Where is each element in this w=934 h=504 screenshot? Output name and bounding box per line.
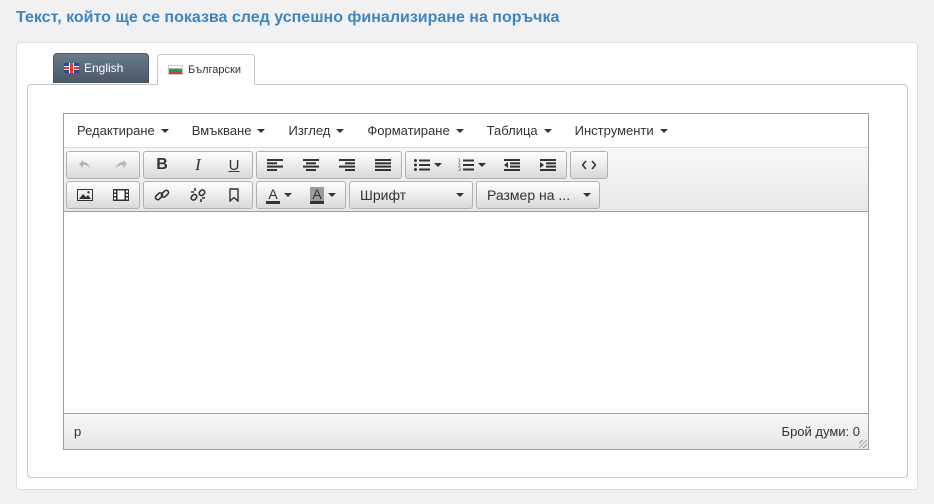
align-center-icon: [303, 159, 319, 171]
align-left-button[interactable]: [257, 152, 293, 178]
align-right-button[interactable]: [329, 152, 365, 178]
bullet-list-button[interactable]: [406, 152, 450, 178]
caret-down-icon: [336, 128, 345, 133]
editor-toolbar: B I U 1 2 3 A A Шрифт Размер на ...: [64, 148, 868, 212]
list-group: 123: [405, 151, 567, 179]
editor-statusbar: p Брой думи: 0: [64, 413, 868, 449]
source-code-button[interactable]: [571, 152, 607, 178]
menu-insert[interactable]: Вмъкване: [183, 118, 278, 144]
insert-link-button[interactable]: [144, 182, 180, 208]
redo-button[interactable]: [103, 152, 139, 178]
undo-icon: [79, 160, 90, 170]
alignment-group: [256, 151, 402, 179]
caret-down-icon: [257, 128, 266, 133]
caret-down-icon: [327, 193, 336, 197]
menu-label: Вмъкване: [191, 123, 252, 138]
font-family-label: Шрифт: [360, 187, 407, 203]
remove-link-button[interactable]: [180, 182, 216, 208]
unlink-icon: [190, 188, 206, 202]
media-icon: [113, 189, 129, 201]
editor-menubar: Редактиране Вмъкване Изглед Форматиране …: [64, 114, 868, 148]
font-family-group: Шрифт: [349, 181, 473, 209]
caret-down-icon: [456, 193, 464, 197]
bullet-list-icon: [414, 159, 430, 171]
media-group: [66, 181, 140, 209]
code-group: [570, 151, 608, 179]
background-color-button[interactable]: A: [301, 182, 345, 208]
text-color-button[interactable]: A: [257, 182, 301, 208]
align-center-button[interactable]: [293, 152, 329, 178]
caret-down-icon: [583, 193, 591, 197]
language-tabs: English Български: [53, 53, 263, 85]
text-style-group: B I U: [143, 151, 253, 179]
italic-button[interactable]: I: [180, 152, 216, 178]
menu-view[interactable]: Изглед: [279, 118, 356, 144]
caret-down-icon: [478, 163, 486, 167]
image-icon: [77, 189, 93, 201]
menu-label: Изглед: [288, 123, 331, 138]
background-color-icon: A: [310, 185, 324, 204]
menu-label: Редактиране: [77, 123, 155, 138]
menu-table[interactable]: Таблица: [478, 118, 564, 144]
caret-down-icon: [160, 128, 169, 133]
indent-button[interactable]: [530, 152, 566, 178]
numbered-list-icon: 123: [458, 158, 474, 172]
bold-icon: B: [156, 156, 168, 173]
menu-format[interactable]: Форматиране: [358, 118, 475, 144]
font-family-select[interactable]: Шрифт: [350, 182, 472, 208]
element-path[interactable]: p: [74, 424, 81, 439]
tab-label: Български: [188, 63, 241, 76]
numbered-list-button[interactable]: 123: [450, 152, 494, 178]
svg-text:3: 3: [458, 167, 461, 172]
insert-image-button[interactable]: [67, 182, 103, 208]
insert-media-button[interactable]: [103, 182, 139, 208]
caret-down-icon: [543, 128, 552, 133]
rich-text-editor: Редактиране Вмъкване Изглед Форматиране …: [63, 113, 869, 450]
caret-down-icon: [455, 128, 464, 133]
caret-down-icon: [434, 163, 442, 167]
bold-button[interactable]: B: [144, 152, 180, 178]
content-panel: English Български Редактиране Вмъкване И…: [16, 42, 918, 490]
menu-tools[interactable]: Инструменти: [566, 118, 680, 144]
text-color-icon: A: [266, 185, 280, 204]
uk-flag-icon: [64, 63, 79, 73]
bookmark-icon: [229, 188, 239, 202]
menu-label: Таблица: [486, 123, 538, 138]
source-code-icon: [582, 160, 596, 170]
italic-icon: I: [195, 155, 201, 174]
color-group: A A: [256, 181, 346, 209]
link-group: [143, 181, 253, 209]
history-group: [66, 151, 140, 179]
tab-content: Редактиране Вмъкване Изглед Форматиране …: [27, 84, 908, 478]
outdent-button[interactable]: [494, 152, 530, 178]
align-left-icon: [267, 159, 283, 171]
font-size-group: Размер на ...: [476, 181, 600, 209]
tab-english[interactable]: English: [53, 53, 149, 83]
tab-bulgarian[interactable]: Български: [157, 54, 255, 85]
anchor-button[interactable]: [216, 182, 252, 208]
underline-icon: U: [228, 156, 240, 174]
editor-content-area[interactable]: [64, 212, 868, 412]
bg-flag-icon: [168, 64, 183, 75]
page-title: Текст, който ще се показва след успешно …: [16, 9, 560, 26]
align-justify-button[interactable]: [365, 152, 401, 178]
undo-button[interactable]: [67, 152, 103, 178]
caret-down-icon: [283, 193, 292, 197]
outdent-icon: [504, 159, 520, 171]
link-icon: [154, 189, 170, 201]
menu-label: Форматиране: [367, 123, 450, 138]
caret-down-icon: [659, 128, 668, 133]
word-count: Брой думи: 0: [781, 424, 860, 439]
font-size-select[interactable]: Размер на ...: [477, 182, 599, 208]
underline-button[interactable]: U: [216, 152, 252, 178]
resize-handle-icon[interactable]: [859, 440, 867, 448]
tab-label: English: [84, 61, 124, 75]
align-right-icon: [339, 159, 355, 171]
font-size-label: Размер на ...: [487, 187, 571, 203]
indent-icon: [540, 159, 556, 171]
align-justify-icon: [375, 159, 391, 171]
redo-icon: [116, 160, 127, 170]
menu-label: Инструменти: [574, 123, 654, 138]
menu-edit[interactable]: Редактиране: [68, 118, 181, 144]
